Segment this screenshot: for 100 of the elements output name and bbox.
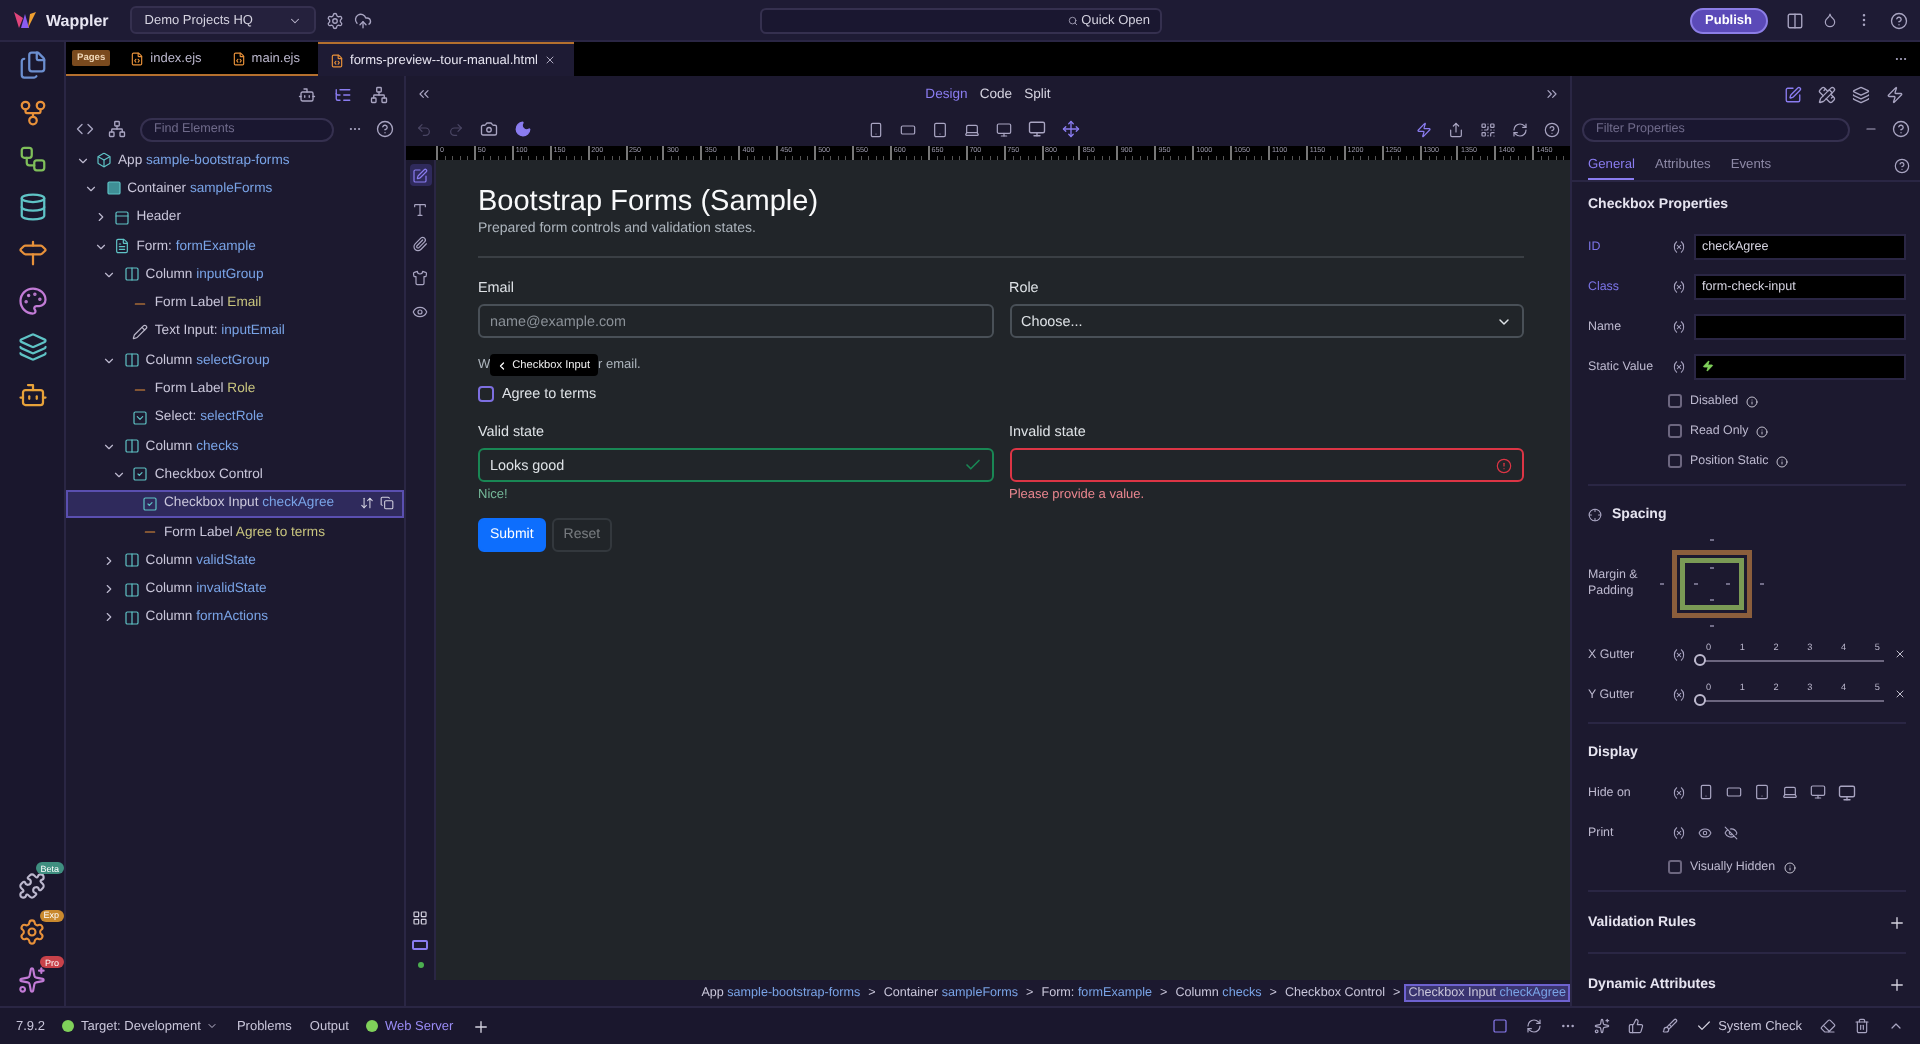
droplet-icon[interactable] (1822, 12, 1838, 28)
clear-icon[interactable] (1894, 688, 1906, 700)
lightning-icon[interactable] (1702, 360, 1714, 372)
binding-icon[interactable] (1672, 279, 1686, 293)
binding-icon[interactable] (1672, 825, 1686, 839)
property-field[interactable] (1694, 353, 1906, 379)
eye-icon[interactable] (1698, 825, 1712, 839)
share-icon[interactable] (1448, 121, 1464, 137)
trash-icon[interactable] (1854, 1018, 1870, 1034)
collapse-left-icon[interactable] (416, 86, 432, 102)
tablet-icon[interactable] (932, 121, 948, 137)
hierarchy-icon[interactable] (370, 85, 388, 103)
split-view-icon[interactable] (1786, 11, 1804, 29)
option-checkbox[interactable] (1668, 394, 1682, 408)
add-icon[interactable] (1888, 913, 1906, 931)
eraser-icon[interactable] (1820, 1018, 1836, 1034)
settings-icon[interactable] (326, 11, 345, 29)
grid-icon[interactable] (412, 909, 428, 925)
help-icon[interactable] (1544, 121, 1560, 137)
binding-icon[interactable] (1672, 359, 1686, 373)
qr-code-icon[interactable] (1480, 121, 1496, 137)
columns-icon (123, 266, 140, 283)
list-icon[interactable] (334, 85, 352, 103)
structure-icon[interactable] (108, 120, 126, 138)
binding-icon[interactable] (1672, 687, 1686, 701)
laptop-icon[interactable] (1782, 784, 1798, 800)
margin-padding-drawing[interactable] (1660, 538, 1764, 630)
drag-icon[interactable] (360, 496, 374, 511)
eye-icon[interactable] (412, 303, 428, 319)
phone-icon[interactable] (1698, 784, 1714, 800)
edit-icon[interactable] (1784, 85, 1802, 103)
check-icon[interactable] (1696, 1018, 1713, 1034)
puzzle-icon[interactable] (18, 871, 46, 899)
shirt-icon[interactable] (412, 269, 428, 285)
add-icon[interactable] (471, 1017, 490, 1035)
help-icon[interactable] (1890, 11, 1908, 29)
chevron-right-icon[interactable] (93, 210, 108, 225)
palette-icon[interactable] (17, 285, 47, 315)
help-icon[interactable] (1894, 158, 1910, 174)
stack-icon[interactable] (1852, 85, 1870, 103)
panel-toggle-icon[interactable] (412, 940, 428, 950)
wide-monitor-icon[interactable] (1838, 783, 1856, 801)
database-icon[interactable] (17, 191, 47, 221)
camera-icon[interactable] (480, 120, 498, 138)
monitor-icon[interactable] (996, 121, 1012, 137)
refresh-icon[interactable] (1512, 121, 1528, 137)
brush-icon[interactable] (1662, 1018, 1679, 1034)
slider-thumb[interactable] (1694, 654, 1706, 666)
option-checkbox[interactable] (1668, 424, 1682, 438)
refresh-icon[interactable] (1526, 1018, 1543, 1034)
robot-icon[interactable] (298, 85, 316, 103)
branch-icon[interactable] (17, 97, 47, 127)
moon-icon[interactable] (514, 120, 532, 138)
collapse-right-icon[interactable] (1544, 86, 1560, 102)
help-icon[interactable] (1892, 120, 1910, 138)
settings-icon[interactable] (18, 918, 46, 946)
phone-icon[interactable] (868, 121, 884, 137)
edit-icon[interactable] (412, 167, 428, 183)
sparkle-icon[interactable] (1594, 1018, 1611, 1034)
add-icon[interactable] (1888, 975, 1906, 993)
binding-icon[interactable] (1672, 319, 1686, 333)
eye-off-icon[interactable] (1724, 825, 1738, 839)
workflow-icon[interactable] (17, 144, 47, 174)
lightning-icon[interactable] (1886, 85, 1904, 103)
help-icon[interactable] (376, 120, 394, 138)
landscape-phone-icon[interactable] (900, 121, 916, 137)
tools-icon[interactable] (1818, 85, 1836, 103)
property-field[interactable] (1694, 313, 1906, 339)
binding-icon[interactable] (1672, 647, 1686, 661)
close-icon[interactable] (543, 54, 556, 66)
cloud-upload-icon[interactable] (354, 11, 373, 29)
clear-icon[interactable] (1894, 648, 1906, 660)
code-icon[interactable] (76, 120, 94, 138)
lightning-icon[interactable] (1416, 121, 1432, 137)
text-size-icon[interactable] (412, 201, 428, 217)
binding-icon[interactable] (1672, 785, 1686, 799)
collapse-icon[interactable] (1864, 122, 1878, 136)
slider-thumb[interactable] (1694, 694, 1706, 706)
landscape-phone-icon[interactable] (1726, 784, 1742, 800)
laptop-icon[interactable] (964, 121, 980, 137)
option-checkbox[interactable] (1668, 454, 1682, 468)
agree-checkbox[interactable] (478, 385, 494, 401)
binding-icon[interactable] (1672, 239, 1686, 253)
copy-icon[interactable] (380, 496, 394, 511)
robot-icon[interactable] (17, 379, 47, 409)
tablet-icon[interactable] (1754, 784, 1770, 800)
chevron-up-icon[interactable] (1888, 1018, 1904, 1034)
thumbs-up-icon[interactable] (1628, 1018, 1645, 1034)
wide-monitor-icon[interactable] (1028, 120, 1046, 138)
invalid-field[interactable] (1009, 448, 1524, 482)
chevron-down-icon[interactable] (102, 353, 117, 368)
layers-icon[interactable] (17, 332, 47, 362)
move-icon[interactable] (1062, 120, 1080, 138)
square-icon[interactable] (1492, 1018, 1509, 1034)
files-icon[interactable] (17, 50, 47, 80)
monitor-icon[interactable] (1810, 784, 1826, 800)
option-checkbox[interactable] (1668, 860, 1682, 874)
signpost-icon[interactable] (17, 238, 47, 268)
logo-icon[interactable] (18, 965, 46, 993)
clip-icon[interactable] (412, 235, 428, 251)
